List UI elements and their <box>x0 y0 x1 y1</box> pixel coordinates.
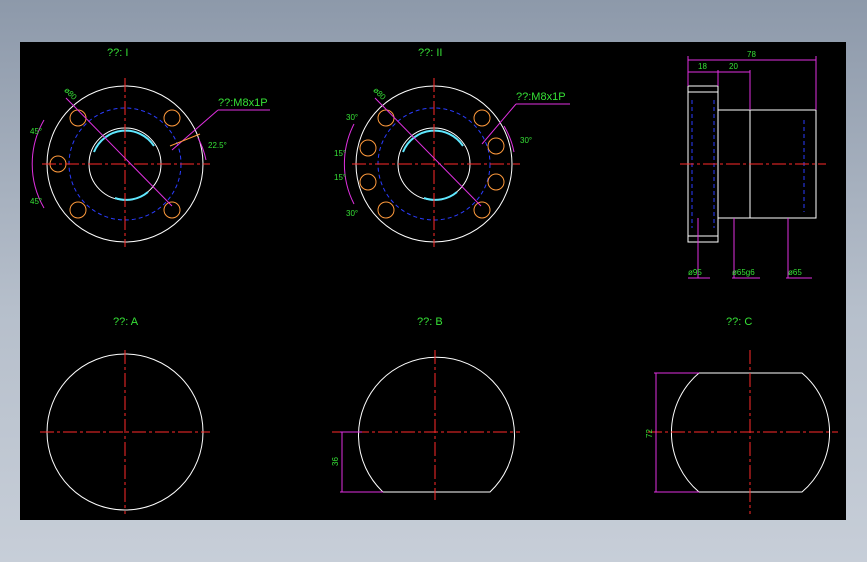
angle-top: 45° <box>30 127 42 136</box>
view-ii: ??: II ø80 ??:M8x1P 30° 15° 15° 30° 30° <box>334 47 570 247</box>
thread-label: ??:M8x1P <box>516 91 566 103</box>
side-view: 78 18 20 ø95 ø65g6 ø65 <box>680 50 826 279</box>
bolt-hole <box>377 201 395 219</box>
view-c-title: ??: C <box>726 316 752 328</box>
angle-bottom: 45° <box>30 197 42 206</box>
view-a-title: ??: A <box>113 316 139 328</box>
bolt-hole <box>487 137 505 155</box>
bolt-hole <box>69 201 87 219</box>
bolt-hole <box>359 139 377 157</box>
overall-length: 78 <box>747 50 756 59</box>
height-label: 72 <box>645 429 654 438</box>
step-width: 20 <box>729 62 738 71</box>
bolt-hole <box>473 109 491 127</box>
bolt-hole <box>163 109 181 127</box>
angle-3: 15° <box>334 173 346 182</box>
height-label: 36 <box>331 457 340 466</box>
view-b-title: ??: B <box>417 316 443 328</box>
view-i: ??: I ø80 ??:M8x1P 45° 45° 22.5° <box>30 47 270 247</box>
diameter-line <box>65 97 173 207</box>
bolt-hole <box>473 201 491 219</box>
angle-1: 30° <box>346 113 358 122</box>
view-b: ??: B 36 <box>331 316 520 500</box>
angle-2: 15° <box>334 149 346 158</box>
thread-arc-lower <box>114 191 149 201</box>
bolt-hole <box>487 173 505 191</box>
angle-4: 30° <box>346 209 358 218</box>
bolt-hole <box>163 201 181 219</box>
bolt-hole <box>377 109 395 127</box>
diameter-line <box>374 97 482 207</box>
dia-label: ø80 <box>62 86 79 103</box>
dia-body: ø65g6 <box>732 268 755 277</box>
flange-width: 18 <box>698 62 707 71</box>
view-c: ??: C 72 <box>645 316 838 514</box>
view-i-title: ??: I <box>107 47 128 59</box>
drawing-canvas[interactable]: ??: I ø80 ??:M8x1P 45° 45° 22.5° ??: II <box>20 42 846 520</box>
bolt-hole <box>359 173 377 191</box>
angle-arc-right <box>503 125 515 153</box>
angle-right: 30° <box>520 136 532 145</box>
view-ii-title: ??: II <box>418 47 442 59</box>
angle-right: 22.5° <box>208 141 227 150</box>
thread-label: ??:M8x1P <box>218 97 268 109</box>
thread-arc-lower <box>423 191 458 201</box>
hole-leader <box>169 133 201 147</box>
bolt-hole <box>69 109 87 127</box>
dia-flange: ø95 <box>688 268 702 277</box>
dia-end: ø65 <box>788 268 802 277</box>
cad-drawing: ??: I ø80 ??:M8x1P 45° 45° 22.5° ??: II <box>30 47 838 514</box>
view-a: ??: A <box>40 316 210 514</box>
dia-label: ø80 <box>371 86 388 103</box>
section-outline <box>358 356 515 493</box>
